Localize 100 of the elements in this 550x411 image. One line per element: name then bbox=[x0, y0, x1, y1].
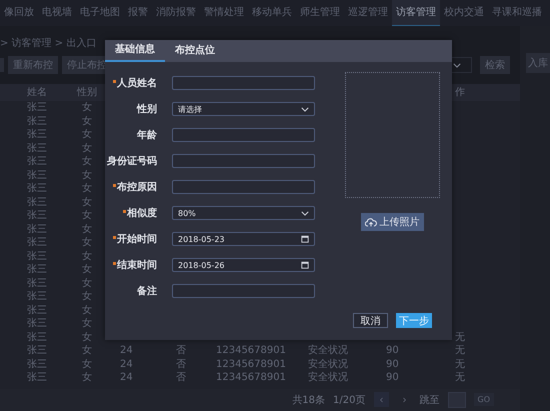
table-cell: 张三 bbox=[27, 183, 47, 194]
table-cell: 女 bbox=[82, 224, 92, 234]
nav-tab[interactable]: 寻课和巡播 bbox=[488, 0, 546, 26]
table-cell: 张三 bbox=[27, 332, 47, 342]
column-header: 姓名 bbox=[27, 87, 47, 98]
upload-button[interactable]: 上传照片 bbox=[360, 213, 424, 231]
table-cell: 安全状况 bbox=[308, 345, 348, 356]
table-cell: 张三 bbox=[27, 102, 47, 113]
table-cell: 无 bbox=[455, 372, 465, 383]
calendar-icon bbox=[301, 261, 309, 269]
table-cell: 张三 bbox=[27, 291, 47, 302]
table-cell: 张三 bbox=[27, 278, 47, 288]
table-cell: 女 bbox=[82, 372, 92, 383]
calendar-icon bbox=[301, 235, 309, 243]
date-field[interactable]: 2018-05-26 bbox=[172, 258, 315, 272]
next-button[interactable]: 下一步 bbox=[396, 313, 432, 328]
input-field[interactable] bbox=[172, 76, 315, 90]
table-cell: 24 bbox=[120, 358, 133, 370]
nav-tab[interactable]: 报警 bbox=[124, 0, 152, 26]
table-cell: 张三 bbox=[27, 358, 47, 370]
table-cell: 女 bbox=[82, 102, 92, 113]
breadcrumb: > 访客管理 > 出入口 bbox=[0, 36, 96, 50]
table-cell: 女 bbox=[82, 156, 92, 167]
table-cell: 否 bbox=[176, 345, 186, 356]
table-cell: 女 bbox=[82, 210, 92, 221]
table-cell: 12345678901 bbox=[216, 358, 286, 370]
input-field[interactable] bbox=[172, 154, 315, 168]
input-field[interactable] bbox=[172, 128, 315, 142]
table-cell: 张三 bbox=[27, 264, 47, 275]
table-cell: 90 bbox=[386, 345, 399, 356]
table-cell: 女 bbox=[82, 237, 92, 248]
nav-tab[interactable]: 校内交通 bbox=[440, 0, 488, 26]
total-count: 共18条 bbox=[292, 394, 326, 406]
field-label: 结束时间 bbox=[117, 258, 157, 272]
table-cell: 张三 bbox=[27, 250, 47, 262]
field-label: 身份证号码 bbox=[107, 154, 157, 168]
table-cell: 张三 bbox=[27, 224, 47, 234]
field-label: 开始时间 bbox=[117, 232, 157, 246]
field-label: 年龄 bbox=[137, 128, 157, 142]
dialog-tab[interactable]: 基础信息 bbox=[105, 40, 165, 62]
page-input[interactable] bbox=[448, 392, 466, 408]
nav-tab[interactable]: 警情处理 bbox=[200, 0, 248, 26]
nav-tab[interactable]: 访客管理 bbox=[392, 0, 440, 26]
table-cell: 12345678901 bbox=[216, 345, 286, 356]
table-cell: 女 bbox=[82, 304, 92, 316]
table-cell: 张三 bbox=[27, 129, 47, 140]
chevron-down-icon bbox=[301, 106, 309, 112]
date-field[interactable]: 2018-05-23 bbox=[172, 232, 315, 246]
field-label: 相似度 bbox=[127, 206, 157, 220]
table-cell: 女 bbox=[82, 170, 92, 180]
dialog-tab[interactable]: 布控点位 bbox=[165, 40, 225, 62]
nav-tab[interactable]: 师生管理 bbox=[296, 0, 344, 26]
table-cell: 张三 bbox=[27, 156, 47, 167]
table-cell: 张三 bbox=[27, 237, 47, 248]
select-field[interactable]: 80% bbox=[172, 206, 315, 220]
table-cell: 女 bbox=[82, 291, 92, 302]
table-cell: 女 bbox=[82, 129, 92, 140]
nav-tab[interactable]: 电子地图 bbox=[76, 0, 124, 26]
table-cell: 否 bbox=[176, 358, 186, 370]
table-cell: 女 bbox=[82, 332, 92, 342]
go-button[interactable]: GO bbox=[474, 393, 494, 406]
table-cell: 张三 bbox=[27, 345, 47, 356]
nav-tab[interactable]: 电视墙 bbox=[38, 0, 76, 26]
table-cell: 女 bbox=[82, 250, 92, 262]
table-cell: 张三 bbox=[27, 142, 47, 154]
table-cell: 张三 bbox=[27, 304, 47, 316]
table-cell: 90 bbox=[386, 372, 399, 383]
cancel-button[interactable]: 取消 bbox=[353, 313, 388, 328]
previous-page-button[interactable] bbox=[374, 392, 388, 407]
cloud-upload-icon bbox=[364, 218, 376, 226]
table-cell: 女 bbox=[82, 142, 92, 154]
table-cell: 12345678901 bbox=[216, 372, 286, 383]
table-cell: 张三 bbox=[27, 170, 47, 180]
field-label: 布控原因 bbox=[117, 180, 157, 194]
table-cell: 90 bbox=[386, 358, 399, 370]
input-field[interactable] bbox=[172, 180, 315, 194]
table-cell: 女 bbox=[82, 358, 92, 370]
nav-tab[interactable]: 移动单兵 bbox=[248, 0, 296, 26]
nav-tab[interactable]: 像回放 bbox=[0, 0, 38, 26]
toolbar-button[interactable]: 入库 bbox=[526, 53, 550, 73]
input-field[interactable] bbox=[172, 284, 315, 298]
chevron-down-icon bbox=[301, 210, 309, 216]
table-cell: 女 bbox=[82, 196, 92, 208]
table-cell: 24 bbox=[120, 372, 133, 383]
table-cell: 张三 bbox=[27, 116, 47, 126]
select-field[interactable]: 请选择 bbox=[172, 102, 315, 116]
nav-tab[interactable]: 巡逻管理 bbox=[344, 0, 392, 26]
table-cell: 张三 bbox=[27, 196, 47, 208]
toolbar-button[interactable]: 重新布控 bbox=[8, 56, 58, 74]
page-indicator: 1/20页 bbox=[333, 394, 366, 406]
chevron-down-icon bbox=[453, 62, 461, 68]
nav-tab[interactable]: 消防报警 bbox=[152, 0, 200, 26]
table-cell: 否 bbox=[176, 372, 186, 383]
table-cell: 无 bbox=[455, 358, 465, 370]
table-cell: 女 bbox=[82, 183, 92, 194]
table-cell: 女 bbox=[82, 264, 92, 275]
search-button[interactable]: 检索 bbox=[480, 56, 510, 74]
table-cell: 女 bbox=[82, 318, 92, 329]
table-cell: 张三 bbox=[27, 210, 47, 221]
table-cell: 安全状况 bbox=[308, 358, 348, 370]
